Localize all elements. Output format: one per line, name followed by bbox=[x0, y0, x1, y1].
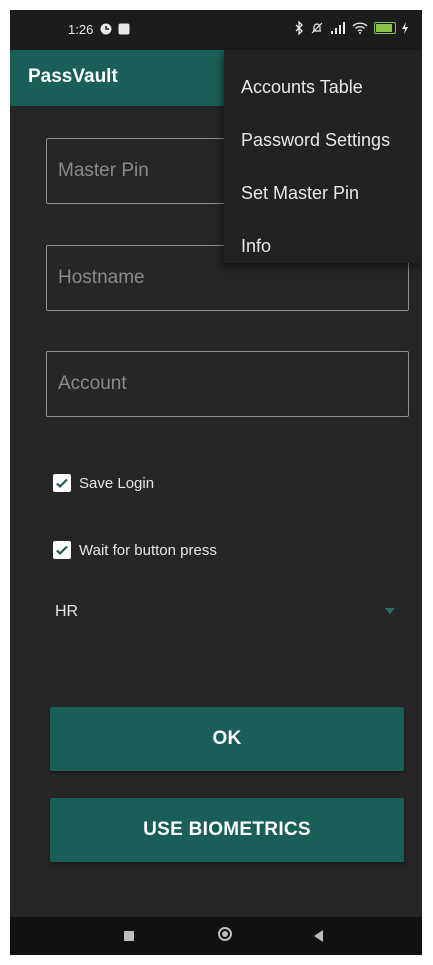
battery-icon bbox=[374, 22, 396, 34]
dropdown-arrow-icon bbox=[385, 608, 395, 614]
phone-screen: 1:26 PassVault Hostname Account Save Log… bbox=[10, 10, 422, 955]
save-login-label: Save Login bbox=[79, 474, 155, 492]
app-title: PassVault bbox=[28, 66, 118, 87]
wait-button-checkbox[interactable] bbox=[53, 541, 71, 559]
status-bar: 1:26 bbox=[10, 10, 422, 50]
mute-icon bbox=[311, 22, 323, 34]
vpn-icon bbox=[100, 23, 112, 35]
layout-dropdown-value: HR bbox=[55, 603, 79, 620]
ok-button[interactable]: OK bbox=[50, 707, 404, 771]
save-login-checkbox-row[interactable]: Save Login bbox=[53, 474, 154, 492]
bluetooth-icon bbox=[295, 21, 303, 35]
status-icons bbox=[294, 21, 408, 35]
charging-icon bbox=[402, 22, 408, 34]
wait-button-checkbox-row[interactable]: Wait for button press bbox=[53, 541, 217, 559]
menu-item-info[interactable]: Info bbox=[241, 236, 271, 257]
wifi-icon bbox=[352, 22, 368, 34]
layout-dropdown[interactable]: HR bbox=[46, 598, 407, 628]
menu-item-set-master-pin[interactable]: Set Master Pin bbox=[241, 183, 359, 204]
menu-item-password-settings[interactable]: Password Settings bbox=[241, 130, 390, 151]
back-button-icon[interactable] bbox=[314, 930, 323, 942]
navigation-bar bbox=[10, 917, 422, 955]
save-login-checkbox[interactable] bbox=[53, 474, 71, 492]
recents-button-icon[interactable] bbox=[124, 931, 134, 941]
signal-icon bbox=[331, 22, 345, 34]
home-button-icon[interactable] bbox=[218, 927, 232, 941]
account-field[interactable] bbox=[46, 351, 409, 417]
checkmark-icon bbox=[56, 478, 68, 489]
use-biometrics-button[interactable]: USE BIOMETRICS bbox=[50, 798, 404, 862]
overflow-menu: Accounts Table Password Settings Set Mas… bbox=[224, 50, 422, 263]
notification-icon bbox=[118, 23, 130, 35]
wait-button-label: Wait for button press bbox=[79, 541, 217, 559]
menu-item-accounts-table[interactable]: Accounts Table bbox=[241, 77, 363, 98]
status-time: 1:26 bbox=[68, 22, 94, 37]
checkmark-icon bbox=[56, 545, 68, 556]
account-input[interactable] bbox=[47, 352, 408, 416]
